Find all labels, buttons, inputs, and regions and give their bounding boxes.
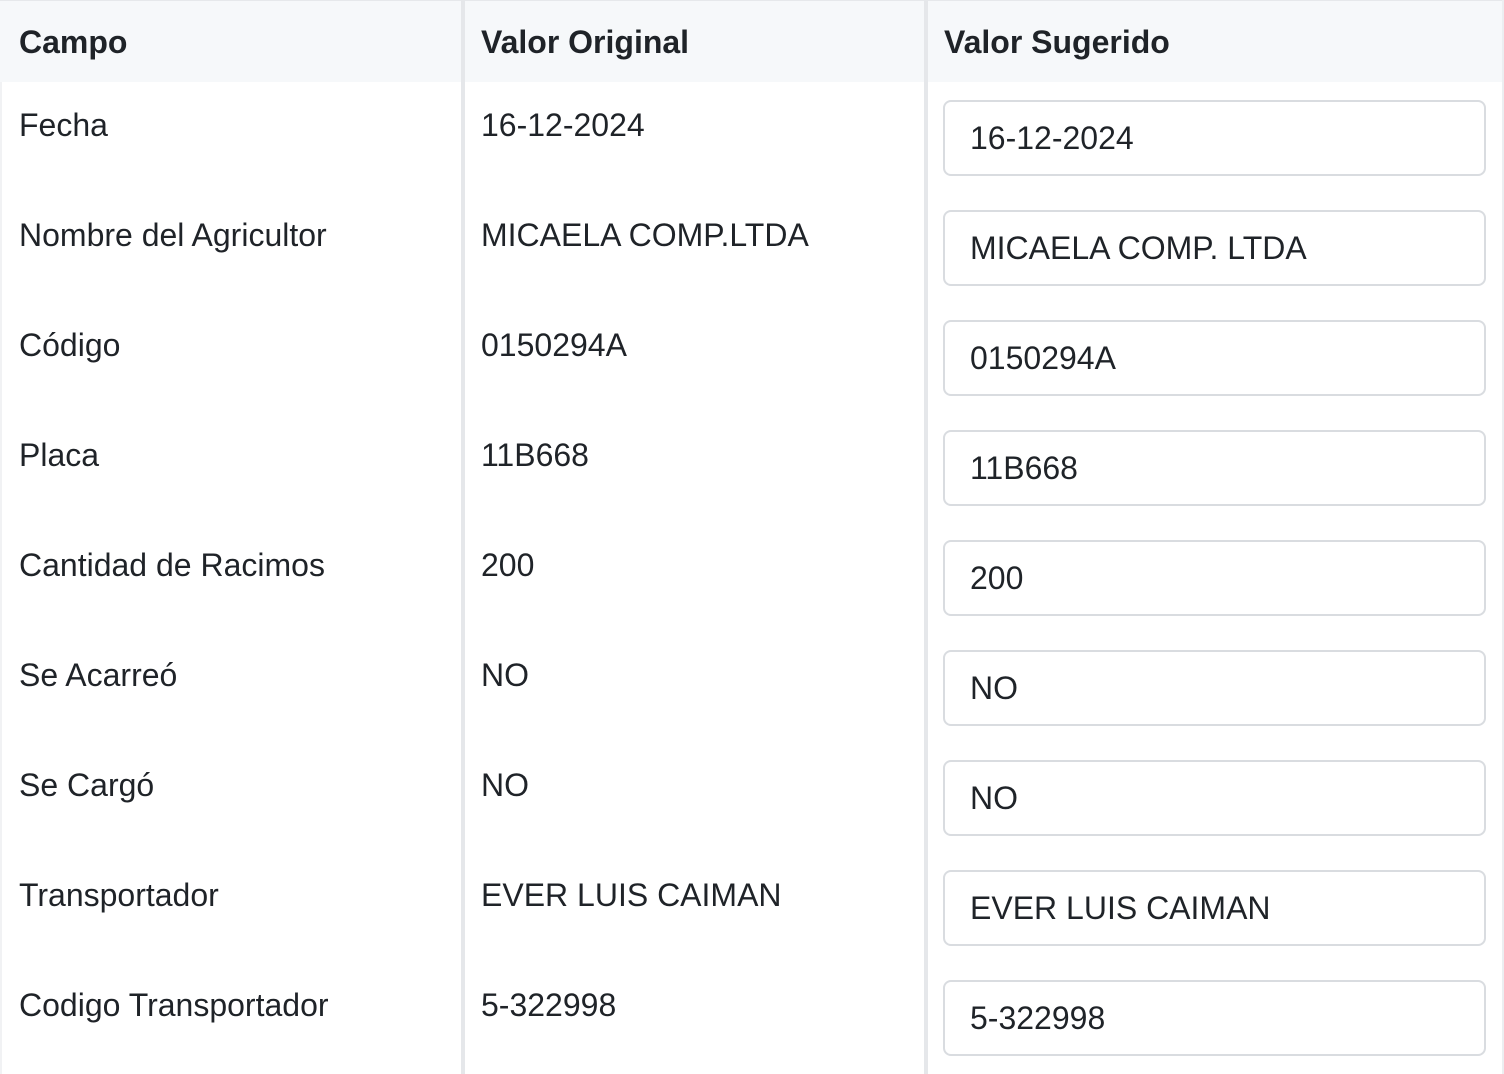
original-value: NO	[481, 657, 529, 693]
suggested-value-input[interactable]	[943, 320, 1486, 396]
field-label: Codigo Transportador	[19, 987, 329, 1023]
table-row: Codigo Transportador 5-322998	[0, 962, 1504, 1072]
table-row: Placa 11B668	[0, 412, 1504, 522]
table-row: Nombre del Agricultor MICAELA COMP.LTDA	[0, 192, 1504, 302]
field-label: Transportador	[19, 877, 219, 913]
original-value: 200	[481, 547, 535, 583]
field-label: Cantidad de Racimos	[19, 547, 325, 583]
original-value: NO	[481, 767, 529, 803]
field-label: Nombre del Agricultor	[19, 217, 327, 253]
table-header: Campo Valor Original Valor Sugerido	[0, 0, 1504, 82]
header-valor-sugerido: Valor Sugerido	[944, 23, 1170, 60]
field-label: Se Cargó	[19, 767, 155, 803]
table-row: Se Acarreó NO	[0, 632, 1504, 742]
suggested-value-input[interactable]	[943, 980, 1486, 1056]
original-value: 16-12-2024	[481, 107, 645, 143]
table-row: Cantidad de Racimos 200	[0, 522, 1504, 632]
field-label: Se Acarreó	[19, 657, 178, 693]
original-value: 5-322998	[481, 987, 617, 1023]
field-label: Placa	[19, 437, 100, 473]
header-campo: Campo	[19, 23, 128, 60]
table-row: Código 0150294A	[0, 302, 1504, 412]
table-row: Transportador EVER LUIS CAIMAN	[0, 852, 1504, 962]
suggested-value-input[interactable]	[943, 870, 1486, 946]
field-label: Código	[19, 327, 121, 363]
original-value: MICAELA COMP.LTDA	[481, 217, 809, 253]
suggested-value-input[interactable]	[943, 760, 1486, 836]
suggested-value-input[interactable]	[943, 430, 1486, 506]
table-row: Se Cargó NO	[0, 742, 1504, 852]
comparison-table: Campo Valor Original Valor Sugerido Fech…	[0, 0, 1504, 1074]
header-valor-original: Valor Original	[481, 23, 690, 60]
field-label: Fecha	[19, 107, 108, 143]
original-value: 0150294A	[481, 327, 627, 363]
suggested-value-input[interactable]	[943, 210, 1486, 286]
original-value: 11B668	[481, 437, 589, 473]
suggested-value-input[interactable]	[943, 650, 1486, 726]
suggested-value-input[interactable]	[943, 540, 1486, 616]
table-row: Fecha 16-12-2024	[0, 82, 1504, 192]
original-value: EVER LUIS CAIMAN	[481, 877, 782, 913]
suggested-value-input[interactable]	[943, 100, 1486, 176]
